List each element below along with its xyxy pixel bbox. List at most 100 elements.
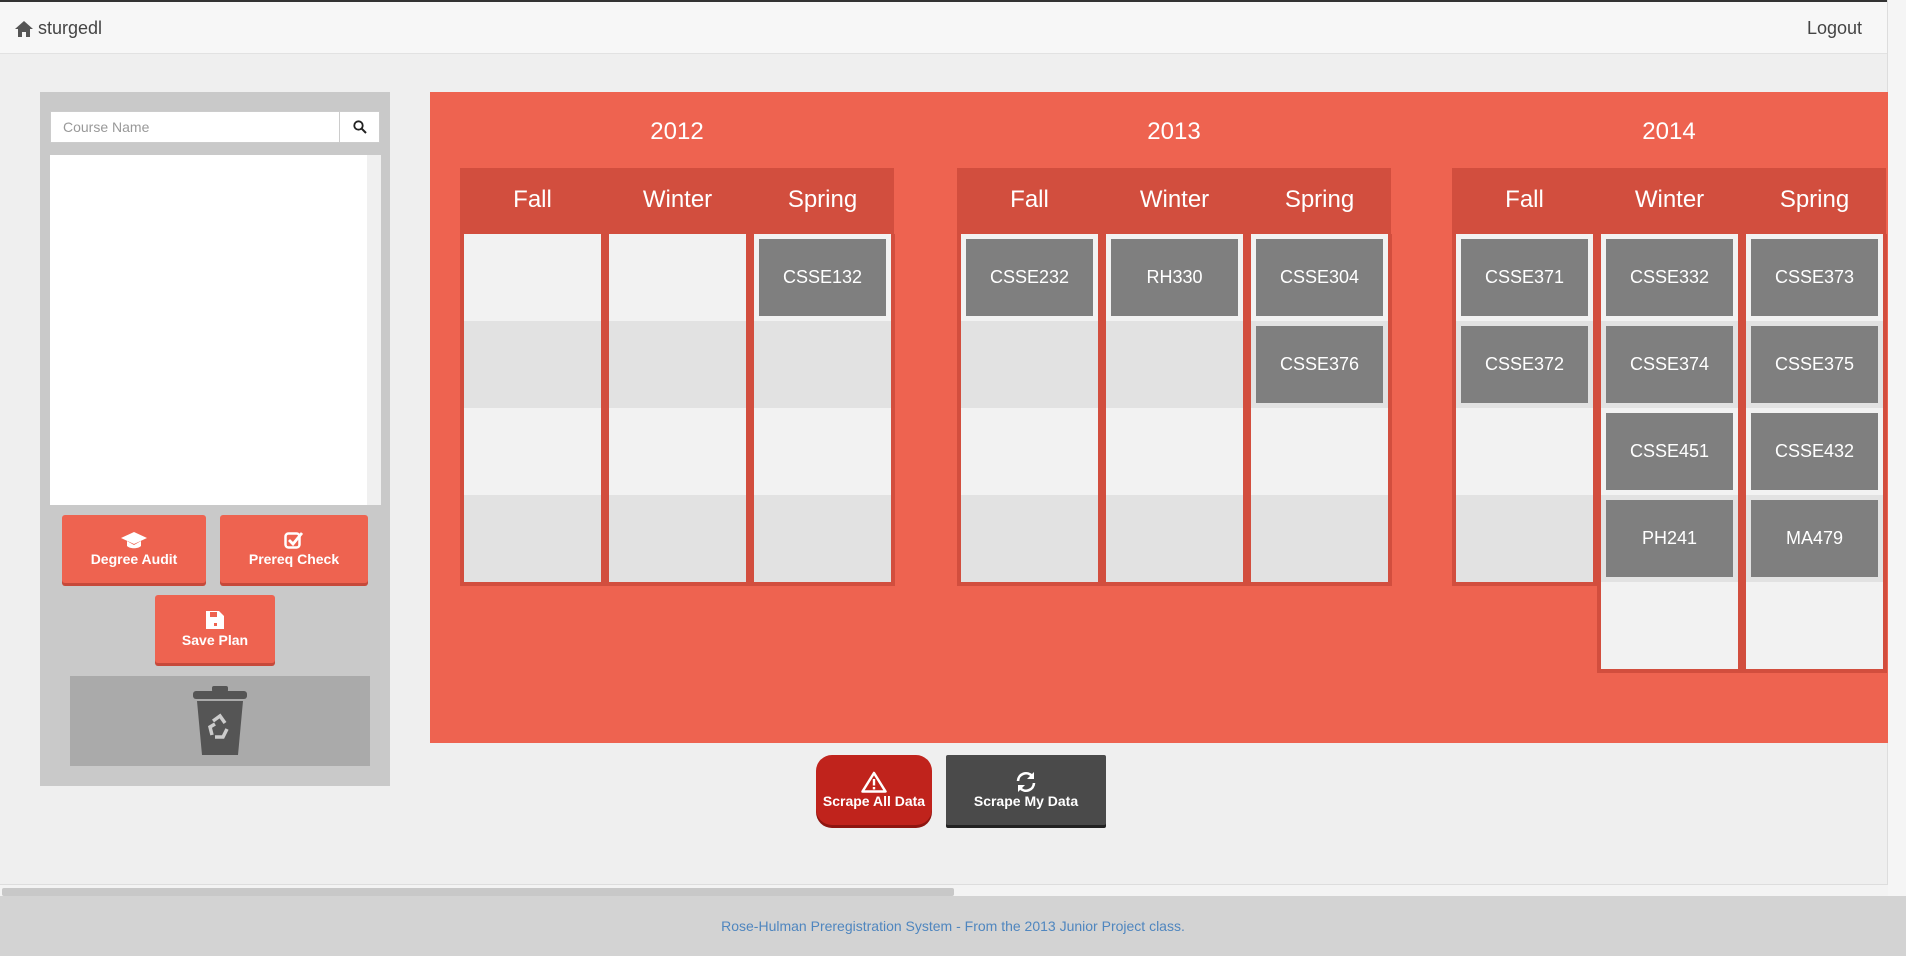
course-slot[interactable] [754,321,891,408]
course-tile[interactable]: CSSE375 [1751,326,1878,403]
course-slot[interactable]: CSSE304 [1251,234,1388,321]
home-icon [15,20,33,37]
scrape-my-data-label: Scrape My Data [973,793,1079,809]
footer-text: Rose-Hulman Preregistration System - Fro… [721,918,1185,934]
prereq-check-button[interactable]: Prereq Check [220,515,368,583]
search-button[interactable] [340,111,380,143]
course-slot[interactable] [1456,495,1593,582]
term-header: Fall Winter Spring [460,168,894,234]
degree-audit-label: Degree Audit [90,551,178,567]
course-slot[interactable] [1746,582,1883,669]
term-label: Fall [1505,186,1544,213]
course-slot[interactable] [464,408,601,495]
course-slot[interactable]: CSSE232 [961,234,1098,321]
term-label: Spring [1284,186,1355,213]
course-tile[interactable]: CSSE232 [966,239,1093,316]
course-slot[interactable]: CSSE374 [1601,321,1738,408]
search-icon [352,120,367,134]
course-slot[interactable] [1106,408,1243,495]
term-column[interactable]: CSSE132 [750,234,895,586]
course-slot[interactable]: CSSE332 [1601,234,1738,321]
term-column[interactable]: RH330 [1102,234,1247,586]
course-tile[interactable]: CSSE451 [1606,413,1733,490]
course-slot[interactable] [464,495,601,582]
term-column[interactable]: CSSE332 CSSE374 CSSE451 PH241 [1597,234,1742,673]
course-tile[interactable]: MA479 [1751,500,1878,577]
course-tile[interactable]: CSSE374 [1606,326,1733,403]
course-tile[interactable]: CSSE132 [759,239,886,316]
course-slot[interactable] [609,321,746,408]
course-slot[interactable]: PH241 [1601,495,1738,582]
term-header: Fall Winter Spring [1452,168,1886,234]
save-icon [206,611,224,629]
schedule-board: 2012 Fall Winter Spring CSSE132 2013 Fal… [430,92,1888,743]
course-slot[interactable] [1106,321,1243,408]
term-column[interactable]: CSSE232 [957,234,1102,586]
course-search-input[interactable] [50,111,340,143]
trash-drop-zone[interactable] [70,676,370,766]
term-column[interactable] [605,234,750,586]
course-slot[interactable] [754,495,891,582]
scrollbar-thumb[interactable] [2,888,954,896]
term-column[interactable]: CSSE304 CSSE376 [1247,234,1392,586]
course-slot[interactable]: CSSE451 [1601,408,1738,495]
term-column[interactable]: CSSE373 CSSE375 CSSE432 MA479 [1742,234,1887,673]
term-label: Winter [642,186,713,213]
term-label: Winter [1634,186,1705,213]
course-search-panel: Degree Audit Prereq Check Save Plan [40,92,390,786]
graduation-cap-icon [121,532,147,549]
search-results-list[interactable] [50,155,381,505]
course-tile[interactable]: RH330 [1111,239,1238,316]
course-slot[interactable] [961,408,1098,495]
course-slot[interactable]: CSSE432 [1746,408,1883,495]
page-footer: Rose-Hulman Preregistration System - Fro… [0,896,1906,956]
course-tile[interactable]: CSSE304 [1256,239,1383,316]
course-slot[interactable]: CSSE132 [754,234,891,321]
course-slot[interactable]: CSSE376 [1251,321,1388,408]
user-home-link[interactable]: sturgedl [14,18,102,39]
course-tile[interactable]: PH241 [1606,500,1733,577]
course-slot[interactable]: MA479 [1746,495,1883,582]
course-tile[interactable]: CSSE372 [1461,326,1588,403]
course-tile[interactable]: CSSE371 [1461,239,1588,316]
course-slot[interactable]: CSSE371 [1456,234,1593,321]
course-tile[interactable]: CSSE373 [1751,239,1878,316]
top-navbar: sturgedl Logout [0,0,1888,54]
course-slot[interactable] [609,408,746,495]
course-slot[interactable] [464,321,601,408]
course-tile[interactable]: CSSE432 [1751,413,1878,490]
course-slot[interactable] [754,408,891,495]
course-slot[interactable] [609,234,746,321]
course-slot[interactable] [1251,408,1388,495]
degree-audit-button[interactable]: Degree Audit [62,515,206,583]
logout-link[interactable]: Logout [1807,18,1862,39]
course-slot[interactable]: RH330 [1106,234,1243,321]
term-label: Fall [513,186,552,213]
scrape-all-data-button[interactable]: Scrape All Data [816,755,932,825]
course-slot[interactable]: CSSE372 [1456,321,1593,408]
term-column[interactable]: CSSE371 CSSE372 [1452,234,1597,586]
course-slot[interactable]: CSSE375 [1746,321,1883,408]
term-header: Fall Winter Spring [957,168,1391,234]
course-slot[interactable] [1456,408,1593,495]
course-slot[interactable] [961,321,1098,408]
course-slot[interactable] [609,495,746,582]
year-title: 2014 [1642,118,1696,145]
year-title: 2012 [650,118,704,145]
course-slot[interactable]: CSSE373 [1746,234,1883,321]
save-plan-button[interactable]: Save Plan [155,595,275,663]
course-tile[interactable]: CSSE376 [1256,326,1383,403]
term-column[interactable] [460,234,605,586]
scrape-all-data-label: Scrape All Data [822,793,926,809]
course-slot[interactable] [1106,495,1243,582]
course-slot[interactable] [961,495,1098,582]
search-bar [50,111,380,143]
course-slot[interactable] [1601,582,1738,669]
course-tile[interactable]: CSSE332 [1606,239,1733,316]
scrape-my-data-button[interactable]: Scrape My Data [946,755,1106,825]
course-slot[interactable] [464,234,601,321]
term-label: Fall [1010,186,1049,213]
vertical-scrollbar[interactable] [1887,0,1906,896]
course-slot[interactable] [1251,495,1388,582]
checkbox-icon [284,532,304,549]
